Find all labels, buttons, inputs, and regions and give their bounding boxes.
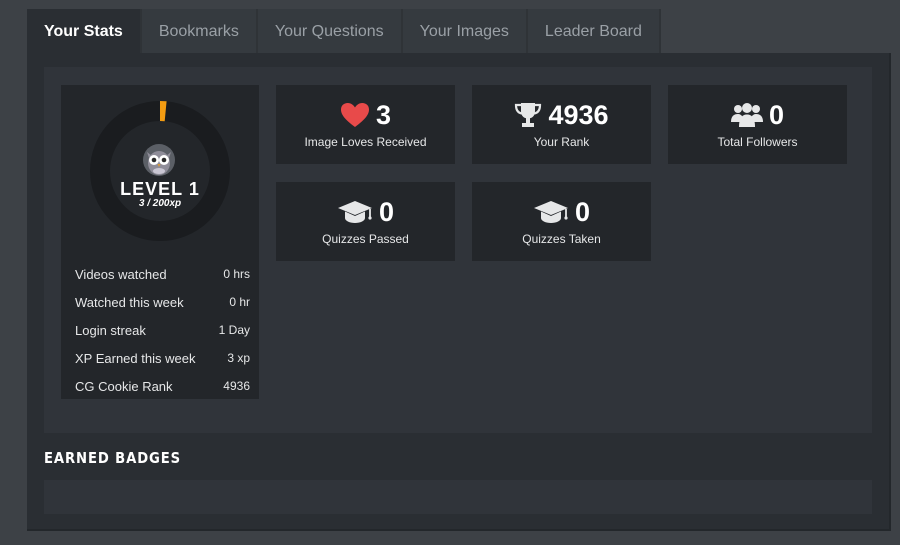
stat-value: 4936 [223, 379, 250, 393]
stat-value: 3 xp [227, 351, 250, 365]
card-label: Quizzes Taken [522, 232, 601, 246]
trophy-icon [515, 103, 542, 127]
earned-badges-heading: EARNED BADGES [44, 449, 182, 467]
tab-bar: Your Stats Bookmarks Your Questions Your… [27, 9, 661, 54]
stat-row-xp-earned: XP Earned this week 3 xp [61, 344, 259, 372]
stats-panel: LEVEL 1 3 / 200xp Videos watched 0 hrs W… [27, 53, 891, 531]
card-value: 4936 [548, 99, 609, 130]
stat-row-watched-this-week: Watched this week 0 hr [61, 288, 259, 316]
image-loves-card: 3 Image Loves Received [276, 85, 455, 164]
stat-value: 0 hr [229, 295, 250, 309]
quizzes-taken-card: 0 Quizzes Taken [472, 182, 651, 261]
card-label: Quizzes Passed [322, 232, 409, 246]
card-value: 0 [378, 196, 395, 227]
level-label: LEVEL 1 [120, 179, 200, 199]
card-label: Image Loves Received [304, 135, 427, 149]
tab-your-stats[interactable]: Your Stats [27, 9, 142, 54]
stat-value: 0 hrs [223, 267, 250, 281]
tab-your-questions[interactable]: Your Questions [257, 9, 403, 54]
level-xp: 3 / 200xp [138, 198, 182, 209]
earned-badges-list [44, 480, 872, 514]
card-value: 0 [768, 99, 785, 130]
stat-row-cg-cookie-rank: CG Cookie Rank 4936 [61, 372, 259, 400]
total-followers-card: 0 Total Followers [668, 85, 847, 164]
owl-avatar-icon [143, 144, 175, 176]
tab-your-images[interactable]: Your Images [402, 9, 528, 54]
stat-row-videos-watched: Videos watched 0 hrs [61, 260, 259, 288]
graduation-cap-icon [337, 201, 372, 223]
stat-value: 1 Day [218, 323, 250, 337]
card-label: Total Followers [717, 135, 798, 149]
stat-name: Videos watched [75, 266, 167, 282]
quizzes-passed-card: 0 Quizzes Passed [276, 182, 455, 261]
tab-leader-board[interactable]: Leader Board [527, 9, 661, 54]
stat-name: Login streak [75, 322, 146, 338]
stat-name: CG Cookie Rank [75, 378, 173, 394]
heart-icon [340, 103, 369, 127]
graduation-cap-icon [533, 201, 568, 223]
card-value: 3 [375, 99, 392, 130]
stats-section: LEVEL 1 3 / 200xp Videos watched 0 hrs W… [44, 67, 872, 433]
stat-name: Watched this week [75, 294, 184, 310]
level-card: LEVEL 1 3 / 200xp Videos watched 0 hrs W… [61, 85, 259, 399]
your-rank-card: 4936 Your Rank [472, 85, 651, 164]
stat-row-login-streak: Login streak 1 Day [61, 316, 259, 344]
users-icon [730, 103, 763, 127]
card-label: Your Rank [533, 135, 590, 149]
stats-list: Videos watched 0 hrs Watched this week 0… [61, 260, 259, 400]
stat-name: XP Earned this week [75, 350, 196, 366]
tab-bookmarks[interactable]: Bookmarks [141, 9, 258, 54]
card-value: 0 [574, 196, 591, 227]
